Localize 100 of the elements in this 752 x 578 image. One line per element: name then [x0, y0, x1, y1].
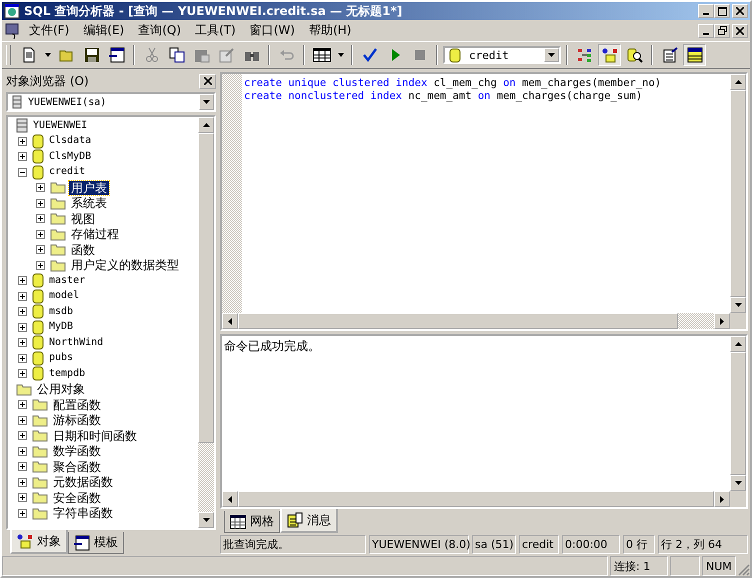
minimize-button[interactable] [698, 24, 714, 38]
expand-toggle[interactable] [34, 260, 47, 270]
expand-toggle[interactable] [16, 322, 29, 332]
expand-toggle[interactable] [16, 508, 29, 518]
folder-icon [32, 491, 48, 504]
arrow-down-icon [734, 303, 742, 307]
restore-button[interactable] [714, 24, 730, 38]
tree-item[interactable]: pubs [47, 351, 76, 366]
tree-item[interactable]: 存储过程 [69, 227, 121, 242]
horizontal-scrollbar[interactable] [222, 313, 746, 329]
tree-item[interactable]: 日期和时间函数 [51, 428, 139, 443]
expand-toggle[interactable] [16, 400, 29, 410]
tree-item[interactable]: Clsdata [47, 134, 94, 148]
flowchart-icon [576, 47, 592, 63]
tree-item[interactable]: 用户定义的数据类型 [69, 258, 181, 272]
tree-item[interactable]: 安全函数 [51, 490, 103, 505]
status-field: NUM [702, 556, 736, 576]
menu-item[interactable]: 帮助(H) [302, 22, 358, 39]
tab[interactable]: 模板 [68, 532, 124, 554]
database-icon [32, 273, 44, 288]
maximize-button[interactable] [714, 4, 730, 18]
database-dropdown[interactable]: credit [443, 46, 561, 64]
expand-toggle[interactable] [16, 338, 29, 348]
object-browser-button[interactable] [598, 44, 621, 66]
expand-toggle[interactable] [16, 369, 29, 378]
expand-toggle[interactable] [16, 307, 29, 316]
folder-icon [50, 212, 66, 226]
tree-item[interactable]: 用户表 [69, 180, 109, 195]
tab[interactable]: 消息 [280, 509, 338, 533]
tree-item[interactable]: 公用对象 [35, 382, 87, 396]
expand-toggle[interactable] [34, 183, 47, 192]
close-button[interactable] [732, 4, 748, 18]
message-icon [287, 512, 303, 528]
tab[interactable]: 对象 [10, 530, 68, 554]
tab[interactable]: 网格 [224, 511, 280, 533]
tree-item[interactable]: 字符串函数 [51, 506, 115, 520]
tree-item[interactable]: 聚合函数 [51, 460, 103, 474]
tree-item[interactable]: msdb [47, 304, 76, 319]
results-pane-button[interactable] [683, 44, 706, 66]
expand-toggle[interactable] [16, 462, 29, 472]
scrollbar-thumb[interactable] [198, 133, 214, 443]
database-icon [32, 134, 44, 149]
window-title: SQL 查询分析器 - [查询 — YUEWENWEI.credit.sa — 无标题1*] [24, 2, 402, 20]
expand-toggle[interactable] [16, 354, 29, 363]
database-icon [449, 47, 461, 63]
tree-item[interactable]: YUEWENWEI [31, 118, 90, 133]
database-icon [32, 288, 44, 304]
expand-toggle[interactable] [16, 152, 29, 162]
tree-item[interactable]: ClsMyDB [47, 150, 94, 164]
expand-toggle[interactable] [16, 446, 29, 456]
expand-toggle[interactable] [34, 198, 47, 208]
expand-toggle[interactable] [34, 214, 47, 224]
tree-item[interactable]: MyDB [47, 320, 76, 334]
close-button[interactable] [732, 24, 748, 38]
arrow-right-icon [720, 496, 724, 502]
scissors-icon [144, 47, 160, 63]
server-dropdown[interactable]: YUEWENWEI(sa) [6, 92, 216, 112]
expand-toggle[interactable] [16, 168, 29, 177]
tree-item[interactable]: 游标函数 [51, 413, 103, 428]
menu-item[interactable]: 编辑(E) [76, 22, 132, 39]
vertical-scrollbar[interactable] [198, 117, 214, 528]
expand-toggle[interactable] [16, 136, 29, 146]
copy-icon [168, 47, 184, 63]
tree-item[interactable]: master [47, 274, 88, 288]
status-field: 0 行 [623, 535, 655, 554]
vertical-scrollbar[interactable] [730, 336, 746, 491]
tree-item[interactable]: NorthWind [47, 336, 106, 350]
tree-item[interactable]: 视图 [69, 212, 97, 226]
expand-toggle[interactable] [34, 230, 47, 239]
database-icon [32, 164, 44, 180]
menu-item[interactable]: 窗口(W) [242, 22, 302, 39]
tree-item[interactable]: 数学函数 [51, 444, 103, 458]
tree-item[interactable]: credit [47, 165, 88, 180]
code-line: create unique clustered index cl_mem_chg on mem_charges(member_no) [244, 77, 662, 90]
minimize-button[interactable] [698, 4, 714, 18]
tree-item[interactable]: 元数据函数 [51, 475, 115, 490]
query-editor[interactable]: create unique clustered index cl_mem_chg on mem_charges(member_no) create nonclustered index nc_mem_amt on mem_charges(charge_sum) [242, 74, 730, 313]
tree-item[interactable]: tempdb [47, 366, 88, 381]
panel-title: 对象浏览器 (O) [6, 72, 89, 90]
expand-toggle[interactable] [16, 276, 29, 286]
expand-toggle[interactable] [16, 416, 29, 425]
menu-item[interactable]: 工具(T) [188, 22, 243, 39]
folder-icon [32, 414, 48, 427]
tree-item[interactable]: 配置函数 [51, 398, 103, 412]
tree-item[interactable]: 系统表 [69, 196, 109, 210]
save-icon [84, 47, 100, 63]
expand-toggle[interactable] [16, 478, 29, 487]
server-icon [16, 118, 28, 134]
tree-item[interactable]: model [47, 289, 82, 304]
scrollbar-thumb[interactable] [730, 352, 746, 475]
expand-toggle[interactable] [16, 292, 29, 301]
scrollbar-thumb[interactable] [238, 313, 678, 329]
menu-item[interactable]: 文件(F) [22, 22, 76, 39]
expand-toggle[interactable] [16, 493, 29, 502]
database-icon [32, 350, 44, 366]
close-button[interactable] [199, 74, 216, 88]
tree-item[interactable]: 函数 [69, 242, 97, 257]
expand-toggle[interactable] [16, 431, 29, 440]
expand-toggle[interactable] [34, 245, 47, 254]
menu-item[interactable]: 查询(Q) [131, 22, 188, 39]
